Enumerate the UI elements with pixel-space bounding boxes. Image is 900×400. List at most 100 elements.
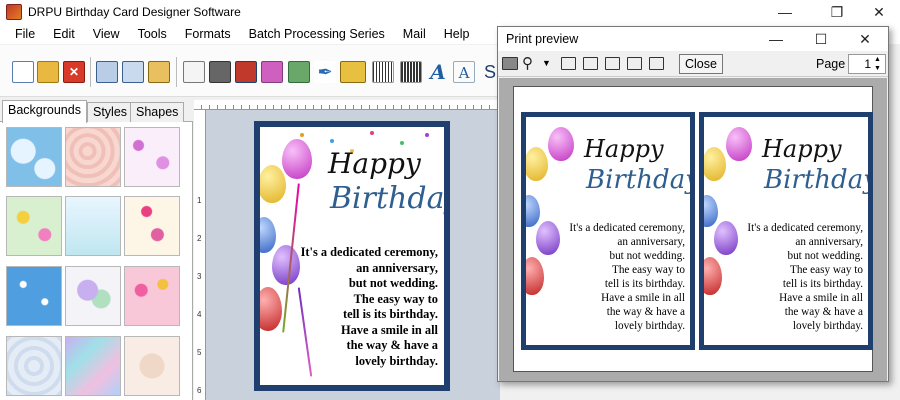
- tab-backgrounds[interactable]: Backgrounds: [2, 100, 87, 123]
- message-line: tell is its birthday.: [342, 307, 438, 321]
- picture-icon[interactable]: [340, 61, 366, 83]
- message-line: It's a dedicated ceremony,: [569, 222, 685, 234]
- background-thumbnail[interactable]: [6, 127, 62, 187]
- new-icon[interactable]: [12, 61, 34, 83]
- message-line: tell is its birthday.: [604, 278, 685, 290]
- close-window-button[interactable]: ✕: [856, 0, 900, 24]
- one-page-icon[interactable]: [561, 57, 576, 70]
- menu-mail[interactable]: Mail: [394, 24, 435, 44]
- close-file-icon[interactable]: ✕: [63, 61, 85, 83]
- background-thumbnail[interactable]: [124, 336, 180, 396]
- menu-file[interactable]: File: [6, 24, 44, 44]
- preview-area[interactable]: Happy Birthday It's a dedicated ceremony…: [499, 78, 887, 381]
- balloon: [726, 127, 752, 161]
- card-happy-text: Happy: [584, 135, 664, 163]
- balloon: [282, 139, 312, 179]
- card-birthday-text: Birthday: [586, 165, 690, 195]
- pp-close-button[interactable]: Close: [679, 54, 723, 74]
- preview-sheet: Happy Birthday It's a dedicated ceremony…: [513, 86, 873, 372]
- confetti: [370, 131, 374, 135]
- menu-batch-processing[interactable]: Batch Processing Series: [240, 24, 394, 44]
- background-thumbnail[interactable]: [6, 196, 62, 256]
- save-as-icon[interactable]: [122, 61, 144, 83]
- design-canvas[interactable]: 1 2 3 4 5 6 Happy Birthda It's a dedicat…: [194, 100, 500, 400]
- six-pages-icon[interactable]: [649, 57, 664, 70]
- balloon: [548, 127, 574, 161]
- menu-view[interactable]: View: [84, 24, 129, 44]
- message-line: an anniversary,: [356, 260, 438, 275]
- main-toolbar: ✕ ✒ A A S: [0, 45, 500, 97]
- window-title: DRPU Birthday Card Designer Software: [28, 5, 241, 19]
- toolbar-separator: [90, 57, 91, 87]
- app-icon: [6, 4, 22, 20]
- message-line: Have a smile in all: [340, 322, 438, 337]
- export-icon[interactable]: [148, 61, 170, 83]
- ruler-number: 3: [197, 272, 202, 281]
- background-thumbnail[interactable]: [65, 266, 121, 326]
- minimize-button[interactable]: —: [762, 0, 808, 24]
- birthday-card[interactable]: Happy Birthday It's a dedicated ceremony…: [254, 121, 450, 391]
- card-face: Happy Birthday It's a dedicated ceremony…: [260, 127, 444, 385]
- background-thumbnail[interactable]: [6, 336, 62, 396]
- ruler-number: 6: [197, 386, 202, 395]
- page-label: Page: [816, 57, 846, 71]
- pp-maximize-button[interactable]: ☐: [798, 27, 844, 51]
- balloon: [260, 165, 286, 203]
- message-line: lovely birthday.: [792, 320, 863, 332]
- menu-edit[interactable]: Edit: [44, 24, 84, 44]
- barcode-linear-icon[interactable]: [400, 61, 422, 83]
- open-icon[interactable]: [37, 61, 59, 83]
- confetti: [300, 133, 304, 137]
- pen-icon[interactable]: ✒: [314, 61, 336, 83]
- save-icon[interactable]: [96, 61, 118, 83]
- background-thumbnail[interactable]: [65, 336, 121, 396]
- message-line: Have a smile in all: [601, 292, 685, 304]
- pp-minimize-button[interactable]: —: [753, 27, 799, 51]
- app-window: DRPU Birthday Card Designer Software — ❐…: [0, 0, 900, 400]
- message-line: but not wedding.: [609, 250, 685, 262]
- menu-formats[interactable]: Formats: [176, 24, 240, 44]
- confetti: [425, 133, 429, 137]
- menu-help[interactable]: Help: [435, 24, 479, 44]
- copy-icon[interactable]: [235, 61, 257, 83]
- message-line: The easy way to: [611, 264, 685, 276]
- properties-icon[interactable]: [183, 61, 205, 83]
- card-birthday-text: Birthday: [330, 181, 444, 216]
- message-line: tell is its birthday.: [782, 278, 863, 290]
- background-thumbnail[interactable]: [6, 266, 62, 326]
- message-line: but not wedding.: [348, 276, 438, 290]
- message-line: The easy way to: [353, 291, 438, 306]
- ruler-top: [194, 100, 500, 110]
- text-box-icon[interactable]: A: [453, 61, 475, 83]
- zoom-icon[interactable]: ⚲: [522, 54, 533, 72]
- left-panel: Backgrounds Styles Shapes: [0, 100, 193, 400]
- tab-styles[interactable]: Styles: [87, 102, 134, 122]
- barcode-icon[interactable]: [372, 61, 394, 83]
- restore-button[interactable]: ❐: [814, 0, 860, 24]
- gift-icon[interactable]: [261, 61, 283, 83]
- background-thumbnail[interactable]: [124, 127, 180, 187]
- print-icon[interactable]: [209, 61, 231, 83]
- page-spinner[interactable]: ▲ ▼: [874, 55, 881, 73]
- menu-tools[interactable]: Tools: [129, 24, 176, 44]
- background-thumbnail[interactable]: [65, 127, 121, 187]
- background-thumbnail[interactable]: [124, 196, 180, 256]
- three-pages-icon[interactable]: [605, 57, 620, 70]
- tab-shapes[interactable]: Shapes: [130, 102, 185, 122]
- two-pages-icon[interactable]: [583, 57, 598, 70]
- message-line: but not wedding.: [787, 250, 863, 262]
- add-image-icon[interactable]: [288, 61, 310, 83]
- background-thumbnail[interactable]: [124, 266, 180, 326]
- chevron-down-icon[interactable]: ▼: [542, 58, 551, 68]
- message-line: The easy way to: [789, 264, 863, 276]
- four-pages-icon[interactable]: [627, 57, 642, 70]
- pp-close-window-button[interactable]: ✕: [842, 27, 888, 51]
- card-message: It's a dedicated ceremony, an anniversar…: [713, 221, 863, 333]
- background-thumbnail[interactable]: [65, 196, 121, 256]
- print-icon[interactable]: [502, 57, 518, 70]
- message-line: an anniversary,: [795, 236, 863, 248]
- confetti: [330, 139, 334, 143]
- text-icon[interactable]: A: [427, 61, 449, 83]
- card-face: Happy Birthday It's a dedicated ceremony…: [704, 117, 868, 345]
- message-line: It's a dedicated ceremony,: [300, 245, 438, 259]
